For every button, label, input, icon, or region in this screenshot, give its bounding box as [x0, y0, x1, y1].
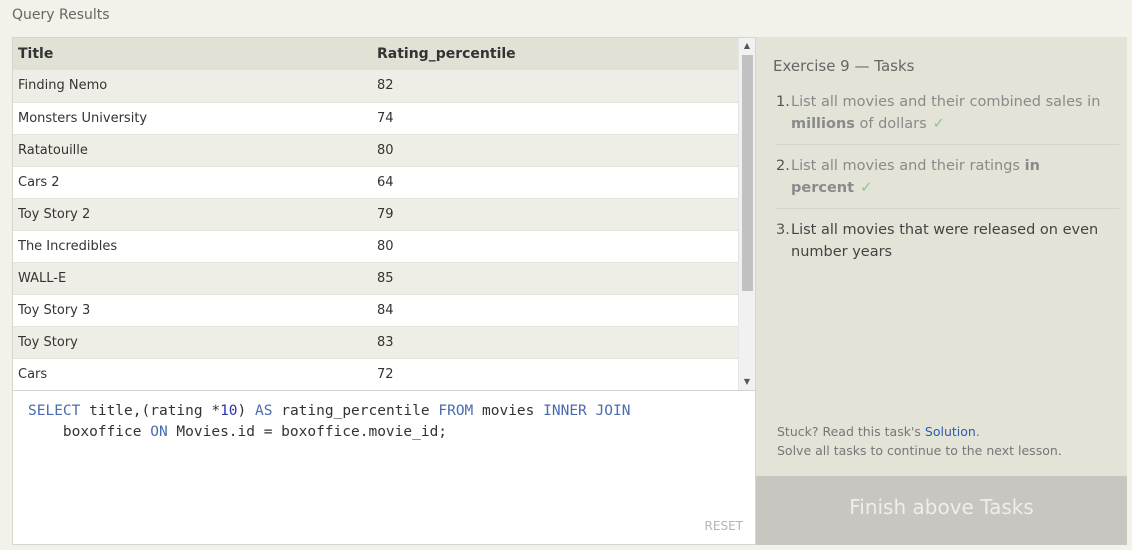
cell-rating: 80: [372, 230, 739, 263]
stuck-help-text: Stuck? Read this task's Solution. Solve …: [777, 422, 1062, 460]
code-keyword-inner-join: INNER JOIN: [543, 403, 631, 419]
cell-title: Toy Story: [13, 326, 372, 359]
finish-tasks-button[interactable]: Finish above Tasks: [756, 476, 1127, 545]
tasks-panel: Exercise 9 — Tasks 1. List all movies an…: [756, 37, 1127, 545]
task-text-bold: millions: [791, 116, 855, 132]
cell-title: The Incredibles: [13, 230, 372, 263]
table-row: WALL-E 85: [13, 262, 739, 295]
task-number: 3.: [776, 222, 790, 238]
scroll-up-arrow-icon[interactable]: ▲: [739, 38, 755, 54]
code-text: boxoffice: [62, 424, 142, 440]
sql-editor[interactable]: SELECT title,(rating *10) AS rating_perc…: [12, 391, 756, 545]
task-list: 1. List all movies and their combined sa…: [776, 89, 1119, 280]
sql-code[interactable]: SELECT title,(rating *10) AS rating_perc…: [28, 401, 630, 443]
code-text: Movies.id = boxoffice.movie_id;: [167, 424, 448, 440]
cell-title: Monsters University: [13, 102, 372, 135]
task-text: List all movies and their combined sales…: [791, 91, 1119, 135]
cell-title: WALL-E: [13, 262, 372, 295]
task-item-1: 1. List all movies and their combined sa…: [776, 89, 1119, 145]
cell-rating: 82: [372, 70, 739, 103]
reset-button[interactable]: RESET: [705, 519, 743, 533]
column-header-title: Title: [13, 38, 372, 70]
code-number: 10: [220, 403, 238, 419]
cell-title: Cars: [13, 358, 372, 390]
cell-rating: 85: [372, 262, 739, 295]
table-header-row: Title Rating_percentile: [13, 38, 739, 70]
table-row: Ratatouille 80: [13, 134, 739, 167]
results-scrollbar[interactable]: ▲ ▼: [738, 38, 755, 390]
checkmark-icon: ✓: [932, 116, 945, 132]
results-table: Title Rating_percentile Finding Nemo 82 …: [13, 38, 739, 390]
stuck-prefix: Stuck? Read this task's: [777, 424, 925, 439]
table-row: Cars 72: [13, 358, 739, 390]
code-text: rating_percentile: [272, 403, 439, 419]
column-header-rating-percentile: Rating_percentile: [372, 38, 739, 70]
cell-title: Finding Nemo: [13, 70, 372, 103]
task-item-3: 3. List all movies that were released on…: [776, 217, 1119, 272]
checkmark-icon: ✓: [860, 180, 873, 196]
query-results-title: Query Results: [12, 7, 110, 23]
code-keyword-from: FROM: [438, 403, 474, 419]
scroll-thumb[interactable]: [742, 55, 753, 291]
cell-title: Toy Story 2: [13, 198, 372, 231]
table-row: The Incredibles 80: [13, 230, 739, 263]
cell-rating: 64: [372, 166, 739, 199]
code-keyword-on: ON: [150, 424, 168, 440]
cell-rating: 74: [372, 102, 739, 135]
cell-rating: 83: [372, 326, 739, 359]
cell-rating: 79: [372, 198, 739, 231]
cell-rating: 72: [372, 358, 739, 390]
table-row: Toy Story 3 84: [13, 294, 739, 327]
task-text: List all movies that were released on ev…: [791, 222, 1099, 260]
task-text-part: of dollars: [854, 116, 927, 132]
cell-title: Toy Story 3: [13, 294, 372, 327]
task-text: List all movies and their ratings in per…: [791, 155, 1119, 199]
results-panel[interactable]: Title Rating_percentile Finding Nemo 82 …: [12, 37, 756, 391]
code-keyword-as: AS: [255, 403, 273, 419]
task-number: 1.: [776, 94, 790, 110]
table-row: Finding Nemo 82: [13, 70, 739, 103]
continue-text: Solve all tasks to continue to the next …: [777, 443, 1062, 458]
table-row: Cars 2 64: [13, 166, 739, 199]
table-row: Toy Story 2 79: [13, 198, 739, 231]
code-text: movies: [473, 403, 544, 419]
stuck-suffix: .: [975, 424, 980, 439]
task-text-part: List all movies and their ratings: [791, 158, 1025, 174]
cell-rating: 84: [372, 294, 739, 327]
code-text: ): [237, 403, 256, 419]
cell-title: Cars 2: [13, 166, 372, 199]
table-row: Monsters University 74: [13, 102, 739, 135]
task-item-2: 2. List all movies and their ratings in …: [776, 153, 1119, 209]
tasks-heading: Exercise 9 — Tasks: [773, 57, 915, 75]
cell-rating: 80: [372, 134, 739, 167]
scroll-down-arrow-icon[interactable]: ▼: [739, 374, 755, 390]
code-text: title,(rating *: [80, 403, 221, 419]
cell-title: Ratatouille: [13, 134, 372, 167]
task-text-part: List all movies and their combined sales…: [791, 94, 1101, 110]
solution-link[interactable]: Solution: [925, 424, 976, 439]
table-row: Toy Story 83: [13, 326, 739, 359]
task-number: 2.: [776, 158, 790, 174]
code-keyword-select: SELECT: [28, 403, 81, 419]
